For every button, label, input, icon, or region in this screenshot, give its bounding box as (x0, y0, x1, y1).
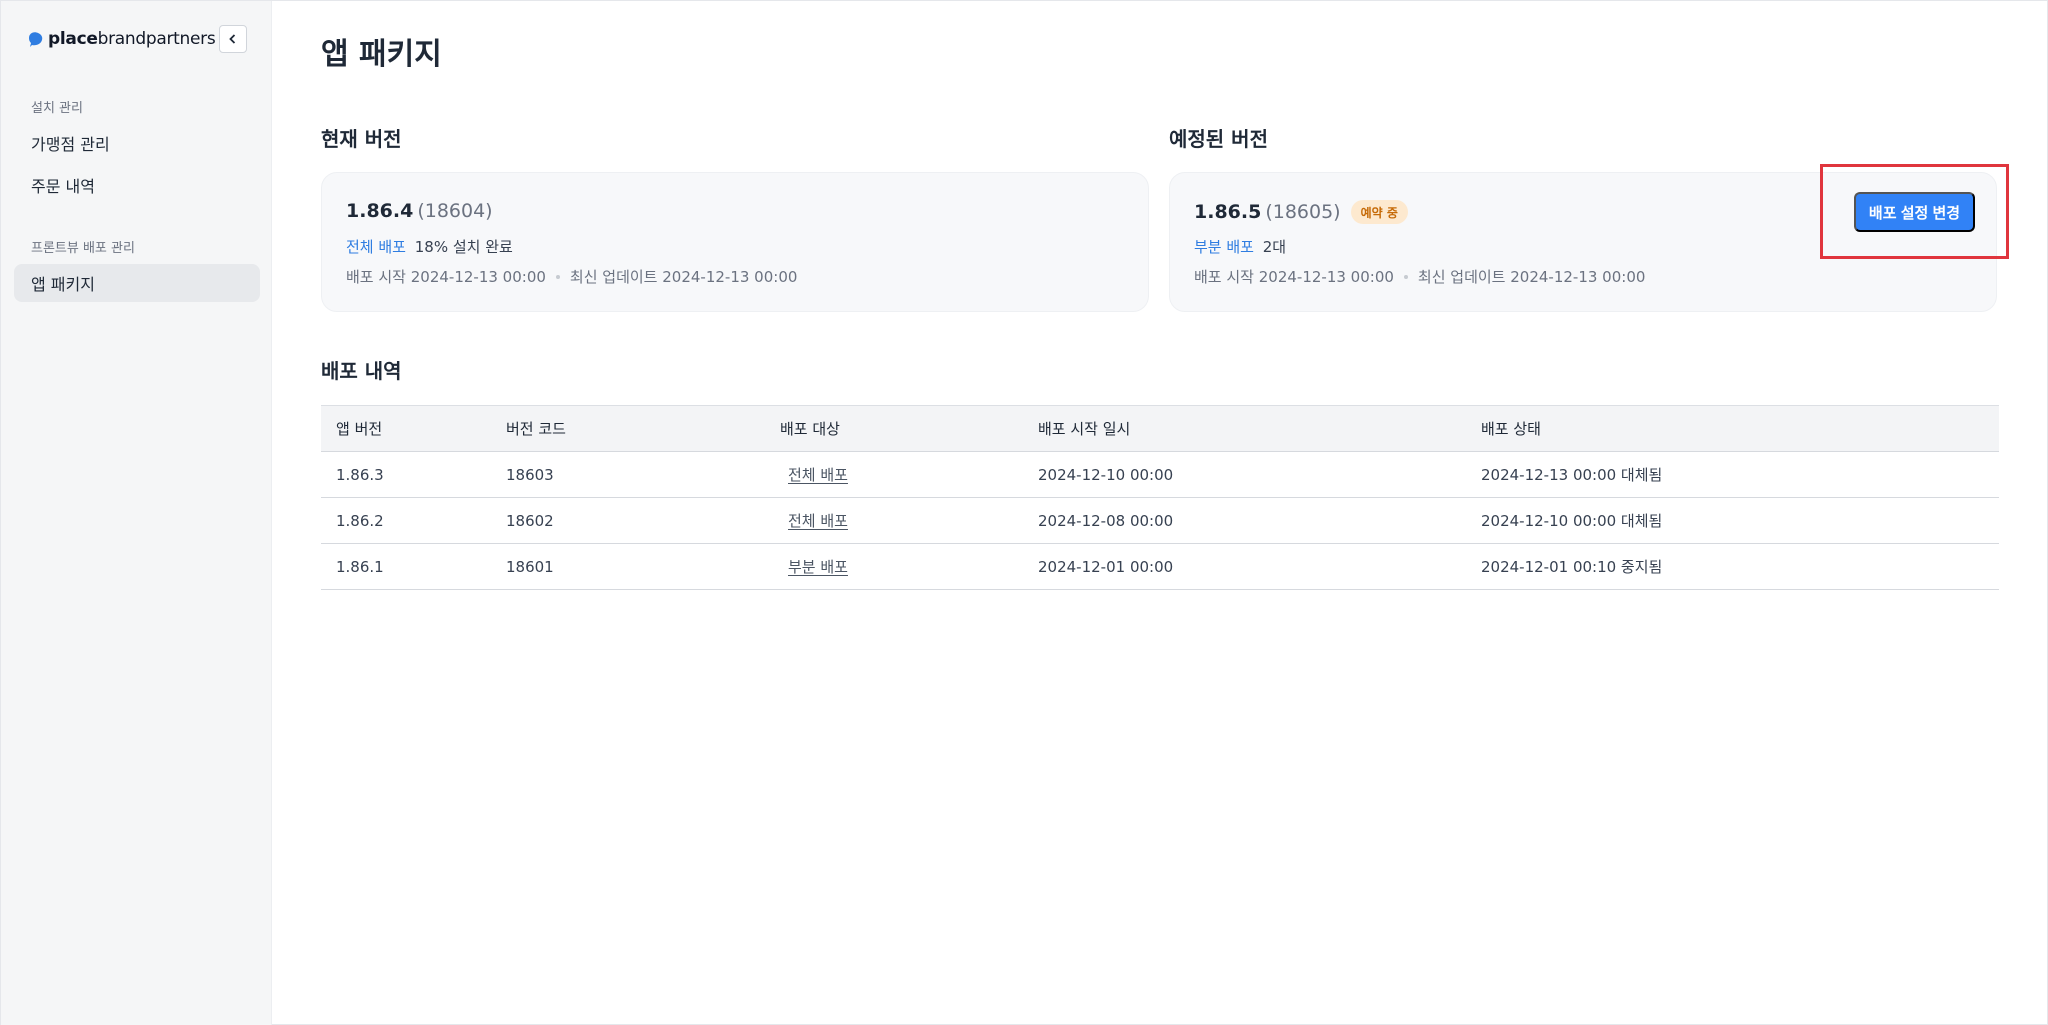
history-title: 배포 내역 (321, 359, 402, 383)
cell-start-time: 2024-12-10 00:00 (1038, 451, 1481, 498)
column-header: 배포 대상 (780, 405, 1038, 452)
cell-status: 2024-12-01 00:10 중지됨 (1481, 543, 1999, 590)
version-number: 1.86.5 (1194, 201, 1262, 223)
cell-version-code: 18602 (506, 497, 780, 544)
cell-status: 2024-12-10 00:00 대체됨 (1481, 497, 1999, 544)
target-link[interactable]: 부분 배포 (788, 558, 848, 576)
sidebar-item-label: 앱 패키지 (31, 275, 95, 294)
deploy-history-table: 앱 버전 버전 코드 배포 대상 배포 시작 일시 배포 상태 1.86.3 1… (321, 405, 1999, 590)
reservation-badge: 예약 중 (1350, 200, 1408, 224)
target-link[interactable]: 전체 배포 (788, 466, 848, 484)
table-row: 1.86.3 18603 전체 배포 2024-12-10 00:00 2024… (321, 451, 1999, 498)
target-link[interactable]: 전체 배포 (788, 512, 848, 530)
cell-target: 전체 배포 (780, 497, 1038, 544)
column-header: 앱 버전 (321, 405, 506, 452)
version-code: (18604) (417, 200, 493, 222)
separator-dot (1403, 274, 1408, 279)
cell-start-time: 2024-12-08 00:00 (1038, 497, 1481, 544)
chevron-left-icon (229, 34, 236, 44)
table-row: 1.86.2 18602 전체 배포 2024-12-08 00:00 2024… (321, 497, 1999, 544)
last-updated: 최신 업데이트 2024-12-13 00:00 (569, 268, 798, 286)
table-row: 1.86.1 18601 부분 배포 2024-12-01 00:00 2024… (321, 543, 1999, 590)
version-code: (18605) (1265, 201, 1341, 223)
column-header: 배포 시작 일시 (1038, 405, 1481, 452)
cell-start-time: 2024-12-01 00:00 (1038, 543, 1481, 590)
cell-version-code: 18601 (506, 543, 780, 590)
distribution-status: 2대 (1262, 238, 1287, 256)
brand-logo[interactable]: placebrandpartners (26, 25, 216, 53)
distribution-type: 전체 배포 (346, 238, 406, 256)
sidebar: placebrandpartners 설치 관리 가맹점 관리 주문 내역 프론… (1, 1, 272, 1025)
column-header: 배포 상태 (1481, 405, 1999, 452)
column-header: 버전 코드 (506, 405, 780, 452)
cell-status: 2024-12-13 00:00 대체됨 (1481, 451, 1999, 498)
distribution-status: 18% 설치 완료 (414, 238, 513, 256)
sidebar-item-label: 주문 내역 (31, 177, 95, 196)
cell-app-version: 1.86.1 (321, 543, 506, 590)
sidebar-item-order-history[interactable]: 주문 내역 (14, 166, 260, 204)
distribution-type: 부분 배포 (1194, 238, 1254, 256)
cell-app-version: 1.86.3 (321, 451, 506, 498)
sidebar-item-label: 가맹점 관리 (31, 135, 110, 154)
version-number: 1.86.4 (346, 200, 414, 222)
cell-target: 부분 배포 (780, 543, 1038, 590)
brand-mark-icon (29, 32, 43, 47)
separator-dot (555, 274, 560, 279)
scheduled-version-title: 예정된 버전 (1169, 127, 1268, 151)
current-version-card: 1.86.4 (18604) 전체 배포 18% 설치 완료 배포 시작 202… (321, 172, 1149, 312)
last-updated: 최신 업데이트 2024-12-13 00:00 (1417, 268, 1646, 286)
nav-section-title: 프론트뷰 배포 관리 (31, 241, 135, 256)
current-version-title: 현재 버전 (321, 127, 402, 151)
cell-target: 전체 배포 (780, 451, 1038, 498)
table-header-row: 앱 버전 버전 코드 배포 대상 배포 시작 일시 배포 상태 (321, 405, 1999, 452)
cell-version-code: 18603 (506, 451, 780, 498)
nav-section-title: 설치 관리 (31, 101, 83, 116)
highlight-annotation (1820, 164, 2009, 259)
cell-app-version: 1.86.2 (321, 497, 506, 544)
deploy-start: 배포 시작 2024-12-13 00:00 (1194, 268, 1394, 286)
sidebar-item-app-package[interactable]: 앱 패키지 (14, 264, 260, 302)
brand-name: placebrandpartners (48, 29, 216, 49)
page-title: 앱 패키지 (321, 37, 442, 72)
sidebar-item-merchant-management[interactable]: 가맹점 관리 (14, 124, 260, 162)
deploy-start: 배포 시작 2024-12-13 00:00 (346, 268, 546, 286)
collapse-sidebar-button[interactable] (219, 25, 247, 53)
